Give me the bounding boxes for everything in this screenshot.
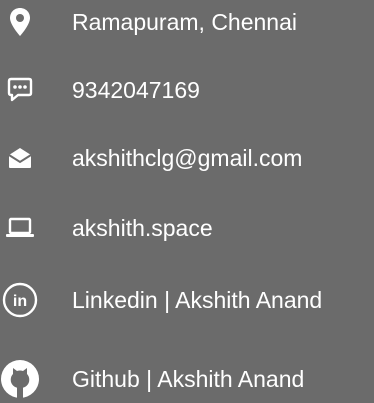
email-link[interactable]: akshithclg@gmail.com bbox=[72, 138, 302, 178]
github-icon bbox=[0, 359, 40, 399]
website-link[interactable]: akshith.space bbox=[72, 208, 213, 248]
location-text: Ramapuram, Chennai bbox=[72, 9, 298, 35]
laptop-icon bbox=[0, 208, 40, 248]
linkedin-link[interactable]: Linkedin | Akshith Anand bbox=[72, 280, 322, 320]
phone-link[interactable]: 9342047169 bbox=[72, 70, 200, 110]
linkedin-icon-glyph: in bbox=[13, 293, 27, 310]
contact-row-website: akshith.space bbox=[0, 208, 374, 248]
contact-row-location: Ramapuram, Chennai bbox=[0, 2, 374, 42]
location-pin-icon bbox=[0, 2, 40, 42]
contact-row-email: akshithclg@gmail.com bbox=[0, 138, 374, 178]
contact-row-github: Github | Akshith Anand bbox=[0, 359, 374, 399]
contact-row-phone: 9342047169 bbox=[0, 70, 374, 110]
linkedin-icon: in bbox=[0, 280, 40, 320]
chat-bubble-icon bbox=[0, 70, 40, 110]
envelope-icon bbox=[0, 138, 40, 178]
github-link[interactable]: Github | Akshith Anand bbox=[72, 359, 304, 399]
contact-row-linkedin: in Linkedin | Akshith Anand bbox=[0, 280, 374, 320]
contact-list: Ramapuram, Chennai 9342047169 akshithclg… bbox=[0, 0, 374, 403]
